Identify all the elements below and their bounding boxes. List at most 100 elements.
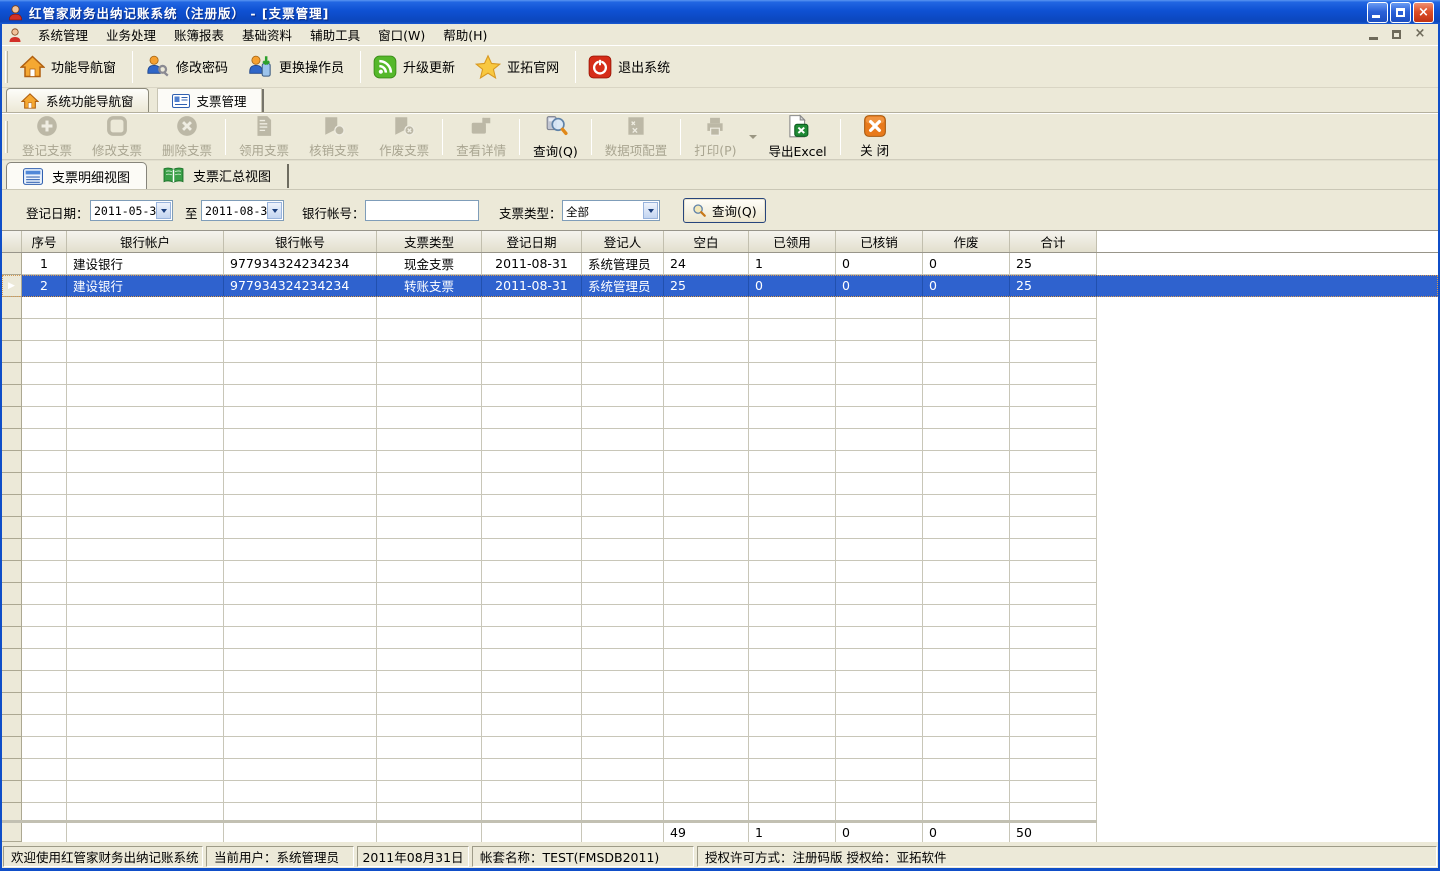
row-selector — [2, 539, 22, 561]
mdi-restore-button[interactable] — [1389, 28, 1405, 42]
toolbar-grip[interactable] — [5, 121, 8, 153]
column-header-voided[interactable]: 作废 — [923, 231, 1010, 252]
tab-check-management[interactable]: 支票管理 — [157, 88, 262, 112]
minimize-button[interactable] — [1367, 2, 1388, 23]
toolbar-grip[interactable] — [5, 51, 8, 83]
status-date: 2011年08月31日 — [357, 846, 469, 867]
column-header-written-off[interactable]: 已核销 — [836, 231, 923, 252]
empty-cell — [749, 363, 836, 385]
restore-button[interactable] — [1390, 2, 1411, 23]
check-type-combobox[interactable]: 全部 — [562, 200, 660, 221]
date-from-combobox[interactable]: 2011-05-31 — [90, 200, 173, 221]
empty-cell — [749, 671, 836, 693]
empty-cell — [923, 473, 1010, 495]
nav-window-button[interactable]: 功能导航窗 — [12, 51, 128, 82]
row-selector[interactable] — [2, 253, 22, 275]
query-button[interactable]: 查询(Q) — [523, 112, 588, 162]
upgrade-button[interactable]: 升级更新 — [365, 51, 467, 83]
column-header-registrar[interactable]: 登记人 — [582, 231, 664, 252]
tab-check-summary-view[interactable]: 支票汇总视图 — [147, 162, 287, 189]
empty-cell — [67, 649, 224, 671]
empty-cell — [1010, 539, 1097, 561]
export-excel-button[interactable]: 导出Excel — [759, 112, 837, 162]
menu-basedata[interactable]: 基础资料 — [233, 23, 301, 46]
chevron-down-icon[interactable] — [267, 202, 282, 219]
empty-cell — [377, 473, 482, 495]
action-toolbar: 登记支票 修改支票 删除支票 领用支票 核销支票 作废支票 查看详情 — [2, 113, 1438, 160]
footer-cell-total: 50 — [1010, 823, 1097, 842]
table-row[interactable]: 1建设银行977934324234234现金支票2011-08-31系统管理员2… — [2, 253, 1438, 275]
grid-cell-bank-name: 建设银行 — [67, 275, 224, 297]
tab-system-nav[interactable]: 系统功能导航窗 — [6, 88, 149, 112]
date-to-combobox[interactable]: 2011-08-31 — [201, 200, 284, 221]
column-header-reg-date[interactable]: 登记日期 — [482, 231, 582, 252]
empty-cell — [67, 473, 224, 495]
empty-cell — [224, 605, 377, 627]
menu-reports[interactable]: 账簿报表 — [165, 23, 233, 46]
close-button[interactable]: × — [1413, 2, 1434, 23]
print-button[interactable]: 打印(P) — [684, 112, 746, 161]
menu-window[interactable]: 窗口(W) — [369, 23, 434, 46]
column-header-check-type[interactable]: 支票类型 — [377, 231, 482, 252]
empty-cell — [377, 341, 482, 363]
column-header-bank-name[interactable]: 银行帐户 — [67, 231, 224, 252]
grid-footer-row: 4910050 — [2, 820, 1097, 842]
empty-cell — [22, 407, 67, 429]
row-selector[interactable]: ▶ — [2, 275, 22, 297]
menu-business[interactable]: 业务处理 — [97, 23, 165, 46]
row-selector — [2, 561, 22, 583]
empty-cell — [67, 671, 224, 693]
menu-help[interactable]: 帮助(H) — [434, 23, 496, 46]
empty-cell — [664, 517, 749, 539]
empty-cell — [923, 319, 1010, 341]
view-tab-bar: 支票明细视图 支票汇总视图 — [2, 160, 1438, 190]
column-header-received[interactable]: 已领用 — [749, 231, 836, 252]
column-header-index[interactable]: 序号 — [22, 231, 67, 252]
empty-cell — [923, 737, 1010, 759]
view-detail-icon — [469, 114, 493, 138]
mdi-minimize-button[interactable] — [1366, 28, 1382, 42]
mdi-close-button[interactable]: × — [1412, 28, 1428, 42]
toolbar-separator — [442, 119, 443, 155]
column-header-blank[interactable]: 空白 — [664, 231, 749, 252]
empty-cell — [377, 451, 482, 473]
range-to-label: 至 — [185, 203, 198, 222]
table-row[interactable]: ▶2建设银行977934324234234转账支票2011-08-31系统管理员… — [2, 275, 1438, 297]
register-check-button[interactable]: 登记支票 — [12, 112, 82, 161]
empty-cell — [377, 605, 482, 627]
empty-cell — [923, 759, 1010, 781]
chevron-down-icon[interactable] — [156, 202, 171, 219]
menu-tools[interactable]: 辅助工具 — [301, 23, 369, 46]
filter-query-button[interactable]: 查询(Q) — [683, 198, 766, 223]
menu-system[interactable]: 系统管理 — [29, 23, 97, 46]
view-detail-button[interactable]: 查看详情 — [446, 112, 516, 161]
exit-system-button[interactable]: 退出系统 — [580, 51, 682, 83]
empty-cell — [482, 517, 582, 539]
status-current-user: 当前用户：系统管理员 — [206, 846, 354, 867]
receive-check-button[interactable]: 领用支票 — [229, 112, 299, 161]
bank-account-input[interactable] — [365, 200, 479, 221]
column-header-bank-account[interactable]: 银行帐号 — [224, 231, 377, 252]
power-exit-icon — [588, 55, 612, 79]
void-check-button[interactable]: 作废支票 — [369, 112, 439, 161]
close-panel-button[interactable]: 关 闭 — [844, 112, 906, 161]
empty-cell — [67, 407, 224, 429]
writeoff-check-button[interactable]: 核销支票 — [299, 112, 369, 161]
chevron-down-icon[interactable] — [643, 202, 658, 219]
delete-check-button[interactable]: 删除支票 — [152, 112, 222, 161]
empty-cell — [664, 363, 749, 385]
empty-cell — [664, 649, 749, 671]
edit-check-button[interactable]: 修改支票 — [82, 112, 152, 161]
change-password-button[interactable]: 修改密码 — [137, 50, 240, 83]
row-selector — [2, 737, 22, 759]
empty-cell — [482, 781, 582, 803]
data-config-button[interactable]: 数据项配置 — [595, 112, 678, 161]
empty-cell — [582, 429, 664, 451]
switch-operator-button[interactable]: 更换操作员 — [240, 50, 356, 83]
tab-check-detail-view[interactable]: 支票明细视图 — [6, 162, 147, 189]
empty-cell — [1010, 407, 1097, 429]
empty-cell — [22, 693, 67, 715]
column-header-total[interactable]: 合计 — [1010, 231, 1097, 252]
print-dropdown-arrow[interactable] — [747, 135, 759, 139]
official-site-button[interactable]: 亚拓官网 — [467, 50, 571, 84]
